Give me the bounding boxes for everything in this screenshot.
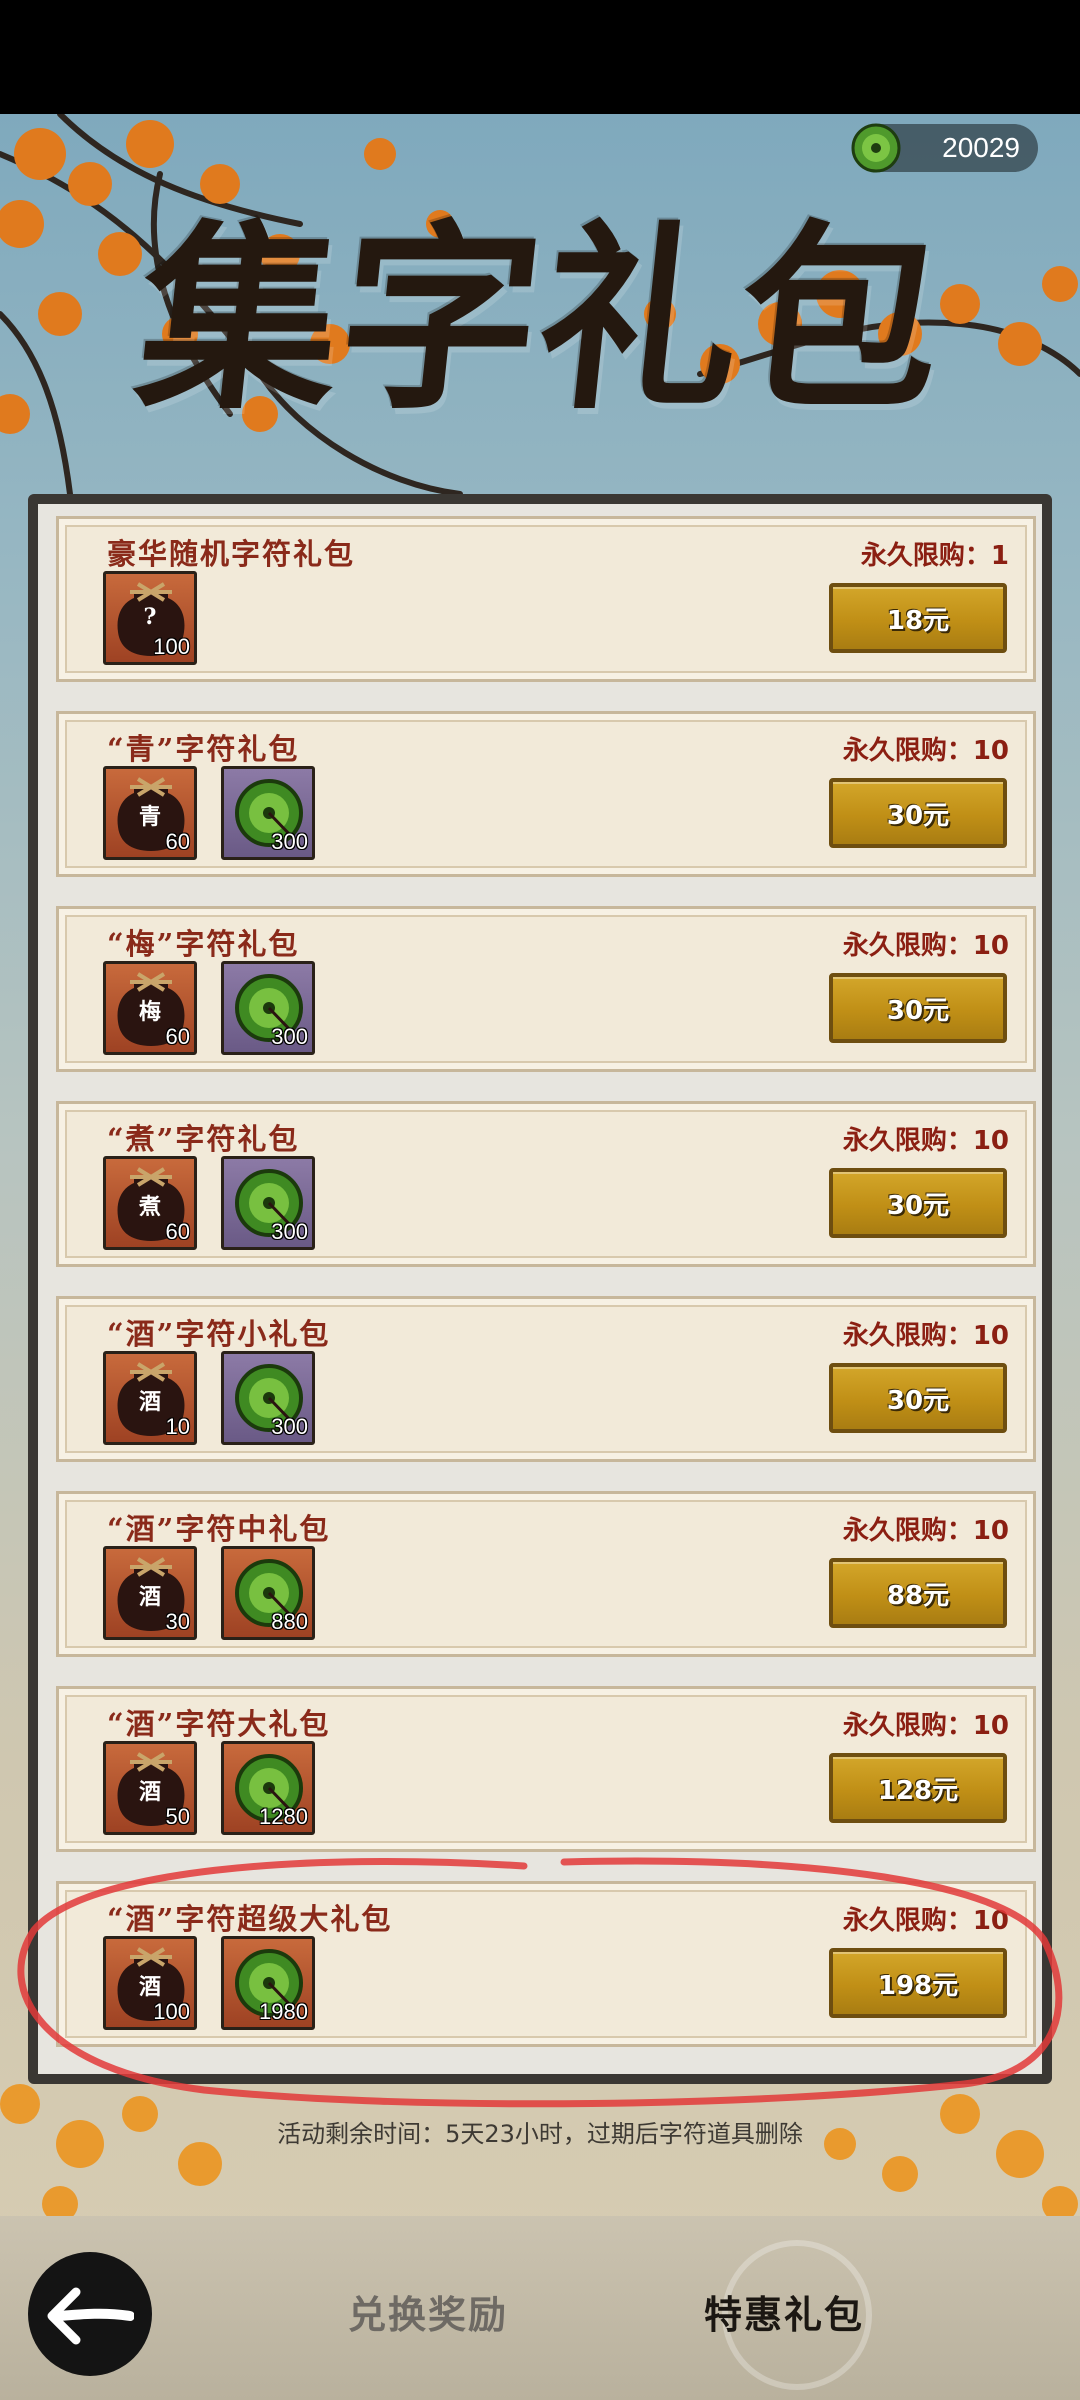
jar-char: 酒 [138,1974,161,2000]
currency-display: 20029 [851,123,1038,173]
wine-jar-item[interactable]: 煮 60 [103,1156,197,1250]
jade-coin-item[interactable]: 300 [221,961,315,1055]
pack-card: “梅”字符礼包 永久限购：10 梅 60 300 30元 [56,906,1036,1072]
buy-button[interactable]: 18元 [829,583,1007,653]
pack-title: “酒”字符大礼包 [107,1707,331,1741]
wine-jar-item[interactable]: 梅 60 [103,961,197,1055]
purchase-limit: 永久限购：1 [860,541,1009,571]
pack-card: “青”字符礼包 永久限购：10 青 60 300 30元 [56,711,1036,877]
pack-title: “煮”字符礼包 [107,1122,300,1156]
item-quantity: 1980 [259,1999,308,2024]
jar-char: 酒 [138,1389,161,1415]
jade-coin-icon [851,123,901,173]
purchase-limit: 永久限购：10 [842,1906,1009,1936]
jar-char: 梅 [138,999,161,1025]
wine-jar-item[interactable]: ? 100 [103,571,197,665]
jade-coin-item[interactable]: 300 [221,1351,315,1445]
item-quantity: 30 [165,1609,190,1634]
item-quantity: 880 [271,1609,308,1634]
item-quantity: 60 [165,1024,190,1049]
jar-char: ? [143,604,157,630]
item-quantity: 100 [153,634,190,659]
pack-card: “酒”字符大礼包 永久限购：10 酒 50 1280 128元 [56,1686,1036,1852]
bottom-nav [0,2216,1080,2400]
buy-button[interactable]: 30元 [829,973,1007,1043]
purchase-limit: 永久限购：10 [842,736,1009,766]
currency-amount: 20029 [942,132,1020,163]
purchase-limit: 永久限购：10 [842,1711,1009,1741]
item-quantity: 300 [271,1414,308,1439]
pack-card: 豪华随机字符礼包 永久限购：1 ? 100 18元 [56,516,1036,682]
purchase-limit: 永久限购：10 [842,1126,1009,1156]
title-char: 礼 [527,202,753,437]
jade-coin-item[interactable]: 880 [221,1546,315,1640]
pack-title: “酒”字符中礼包 [107,1512,331,1546]
back-arrow-icon [47,2287,134,2345]
pack-title: “青”字符礼包 [107,732,300,766]
pack-list-panel[interactable]: 豪华随机字符礼包 永久限购：1 ? 100 18元 “青”字符礼包 永久限购：1… [28,494,1052,2084]
pack-card: “酒”字符中礼包 永久限购：10 酒 30 880 88元 [56,1491,1036,1657]
item-quantity: 1280 [259,1804,308,1829]
item-quantity: 300 [271,1219,308,1244]
buy-button[interactable]: 30元 [829,778,1007,848]
pack-title: “酒”字符小礼包 [107,1317,331,1351]
item-quantity: 60 [165,1219,190,1244]
pack-card: “煮”字符礼包 永久限购：10 煮 60 300 30元 [56,1101,1036,1267]
buy-button[interactable]: 128元 [829,1753,1007,1823]
jade-coin-item[interactable]: 300 [221,1156,315,1250]
pack-card: “酒”字符超级大礼包 永久限购：10 酒 100 1980 198元 [56,1881,1036,2047]
item-quantity: 300 [271,829,308,854]
jar-char: 酒 [138,1584,161,1610]
jar-char: 青 [138,804,161,830]
buy-button[interactable]: 30元 [829,1168,1007,1238]
purchase-limit: 永久限购：10 [842,931,1009,961]
title-char: 字 [327,202,553,437]
title-char: 集 [127,202,353,437]
pack-title: 豪华随机字符礼包 [107,537,356,571]
wine-jar-item[interactable]: 酒 50 [103,1741,197,1835]
jade-coin-item[interactable]: 1280 [221,1741,315,1835]
jade-coin-item[interactable]: 300 [221,766,315,860]
purchase-limit: 永久限购：10 [842,1516,1009,1546]
item-quantity: 50 [165,1804,190,1829]
back-button[interactable] [28,2252,152,2376]
buy-button[interactable]: 198元 [829,1948,1007,2018]
wine-jar-item[interactable]: 酒 10 [103,1351,197,1445]
item-quantity: 60 [165,829,190,854]
tab-redeem-rewards[interactable]: 兑换奖励 [348,2284,508,2339]
pack-title: “酒”字符超级大礼包 [107,1902,393,1936]
tab-special-packs[interactable]: 特惠礼包 [704,2284,864,2339]
item-quantity: 300 [271,1024,308,1049]
jade-coin-item[interactable]: 1980 [221,1936,315,2030]
wine-jar-item[interactable]: 酒 30 [103,1546,197,1640]
wine-jar-item[interactable]: 酒 100 [103,1936,197,2030]
buy-button[interactable]: 30元 [829,1363,1007,1433]
status-bar [0,0,1080,114]
item-quantity: 100 [153,1999,190,2024]
pack-title: “梅”字符礼包 [107,927,300,961]
title-char: 包 [727,202,953,437]
pack-card: “酒”字符小礼包 永久限购：10 酒 10 300 30元 [56,1296,1036,1462]
jar-char: 酒 [138,1779,161,1805]
jar-char: 煮 [138,1194,161,1220]
event-timer-text: 活动剩余时间：5天23小时，过期后字符道具删除 [277,2120,803,2148]
wine-jar-item[interactable]: 青 60 [103,766,197,860]
item-quantity: 10 [165,1414,190,1439]
buy-button[interactable]: 88元 [829,1558,1007,1628]
purchase-limit: 永久限购：10 [842,1321,1009,1351]
page-title: 集 字 礼 包 [128,190,953,450]
